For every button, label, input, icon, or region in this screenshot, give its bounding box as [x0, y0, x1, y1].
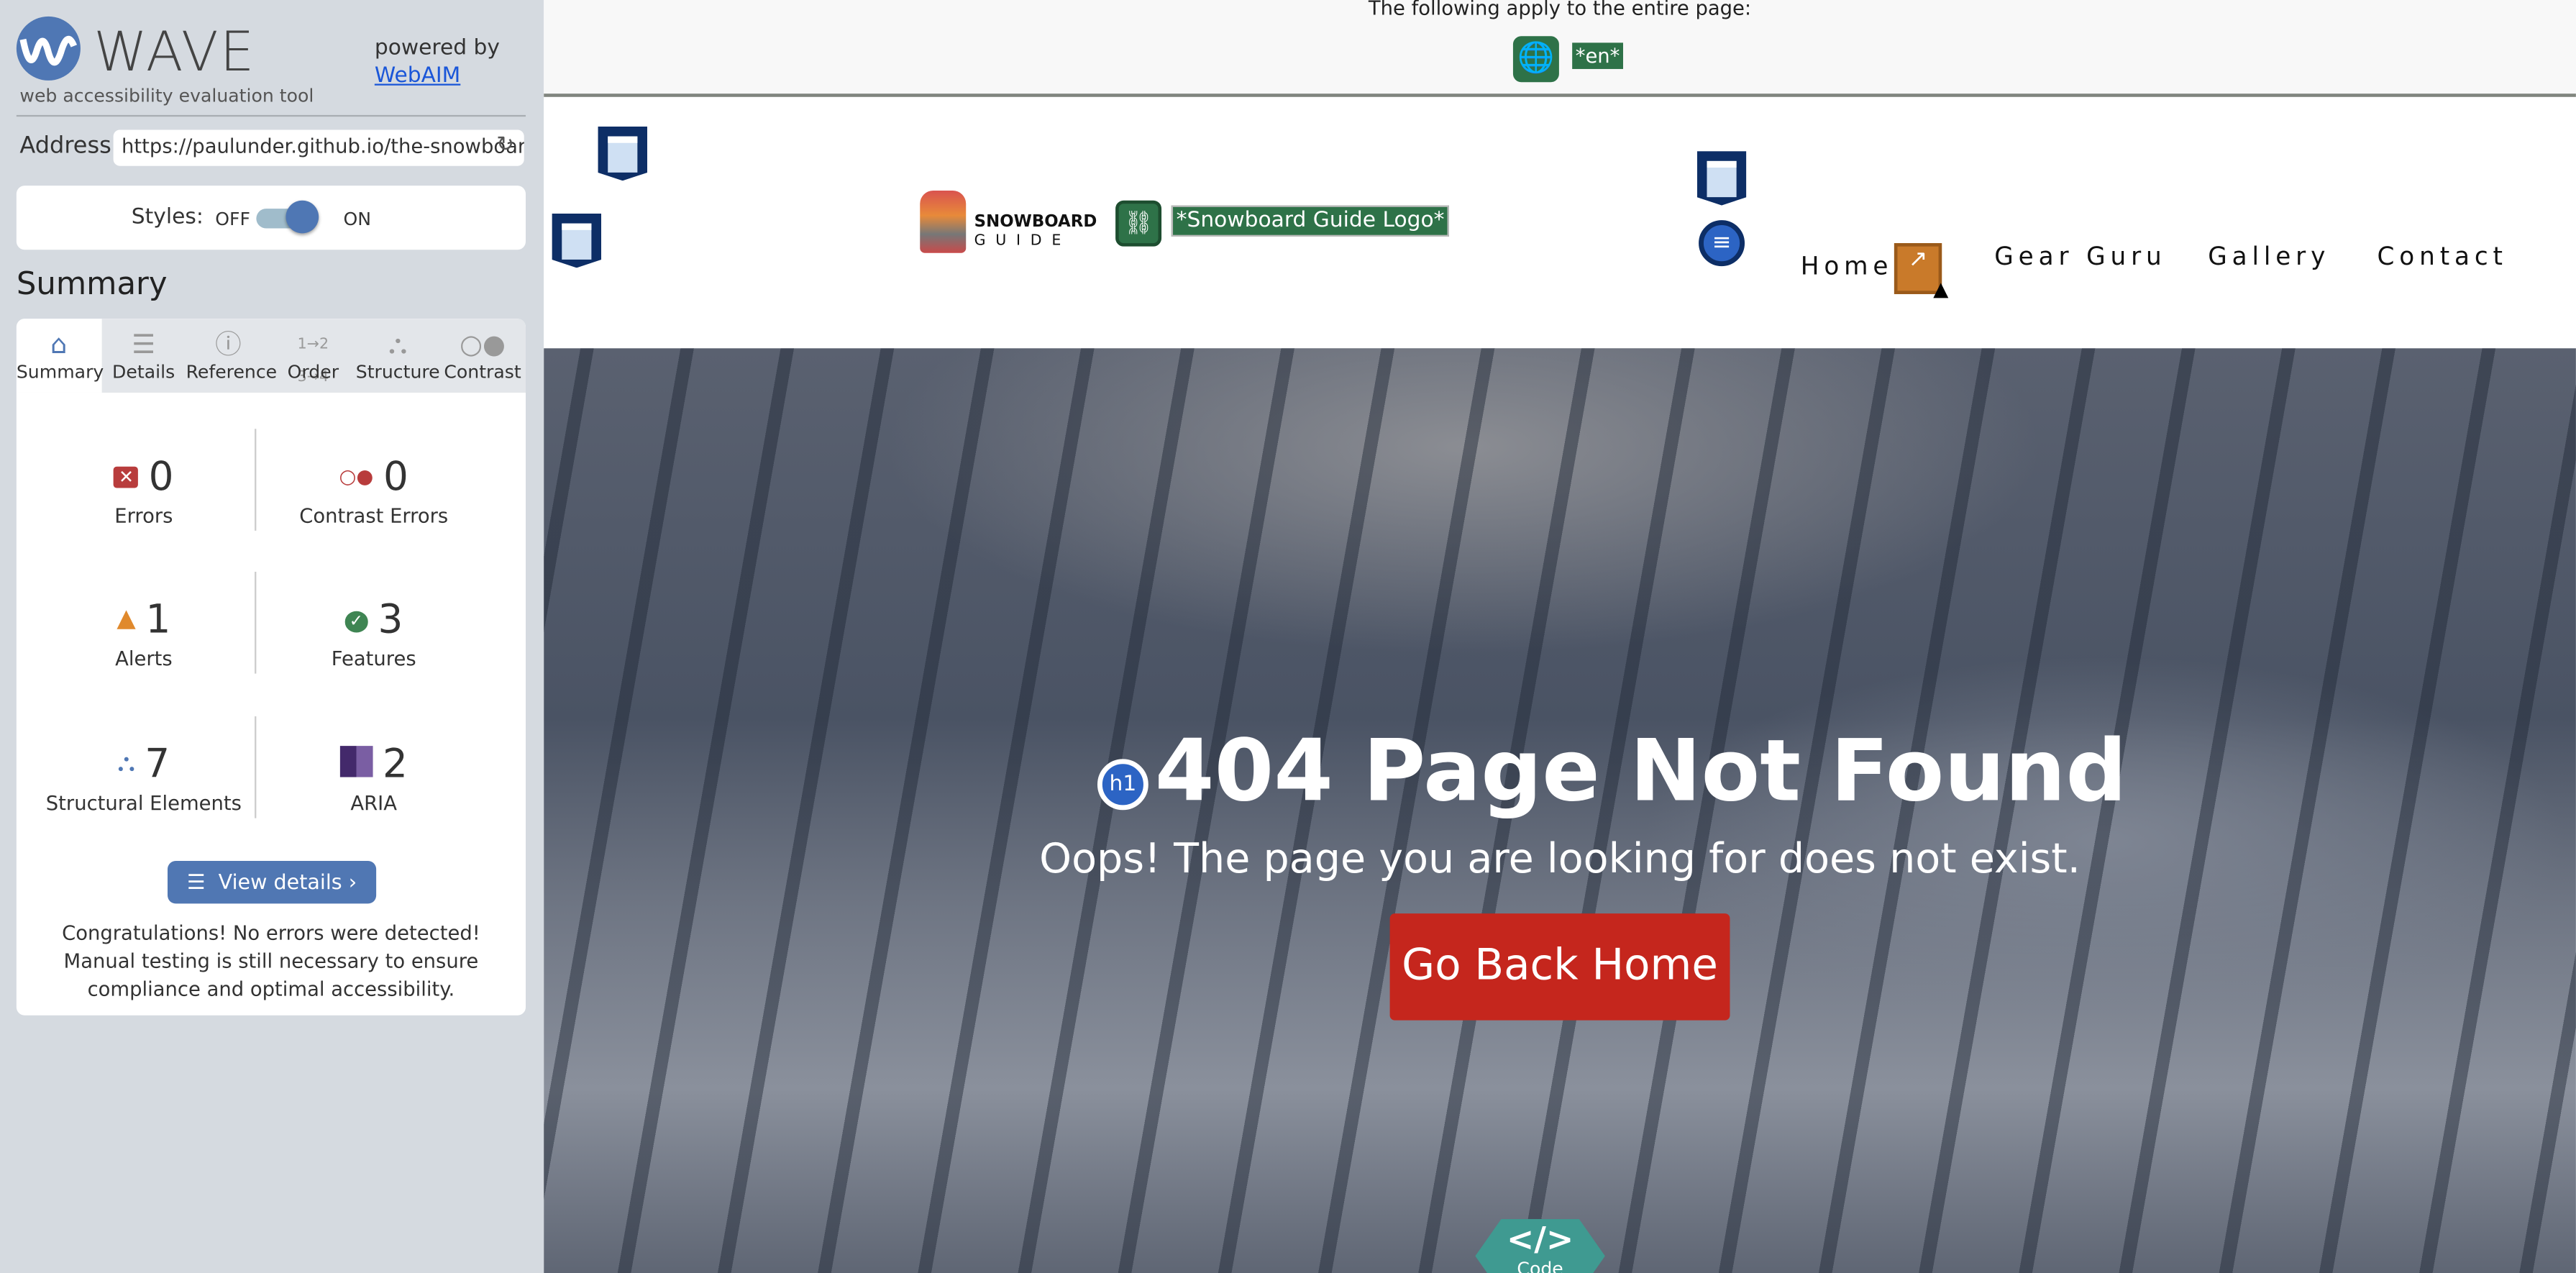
- errors-count: 0: [148, 453, 174, 500]
- stat-contrast-errors[interactable]: ○● 0 Contrast Errors: [255, 453, 493, 527]
- structural-label: Structural Elements: [45, 792, 242, 816]
- wave-tagline: web accessibility evaluation tool: [19, 85, 314, 107]
- powered-by: powered by: [374, 36, 500, 61]
- divider: [16, 114, 526, 117]
- tab-label: Structure: [355, 361, 440, 383]
- tab-label: Order: [287, 361, 339, 383]
- congrats-message: Congratulations! No errors were detected…: [62, 921, 480, 1001]
- logo-text-line2: GUIDE: [974, 233, 1072, 250]
- tab-details[interactable]: ☰ Details: [101, 319, 186, 393]
- stat-errors[interactable]: ✕ 0 Errors: [24, 453, 262, 527]
- features-label: Features: [331, 647, 416, 671]
- tab-summary[interactable]: ⌂ Summary: [16, 319, 104, 393]
- address-label: Address:: [19, 133, 119, 160]
- language-tag: *en*: [1572, 42, 1623, 69]
- feature-check-icon: ✓: [344, 611, 368, 633]
- features-count: 3: [378, 596, 403, 643]
- contrast-errors-label: Contrast Errors: [299, 504, 449, 528]
- stat-features[interactable]: ✓ 3 Features: [255, 596, 493, 670]
- tab-label: Details: [112, 361, 175, 383]
- contrast-error-icon: ○●: [339, 465, 374, 488]
- h1-icon[interactable]: h1: [1097, 759, 1148, 811]
- page-title: 404 Page Not Found: [1154, 723, 2127, 822]
- info-icon: ⓘ: [215, 328, 242, 360]
- errors-label: Errors: [114, 504, 173, 528]
- aria-label: ARIA: [350, 792, 398, 816]
- styles-off-label: OFF: [215, 209, 250, 230]
- header-region-icon[interactable]: [552, 213, 602, 268]
- address-value: https://paulunder.github.io/the-snowboar: [122, 134, 524, 158]
- stat-alerts[interactable]: ▲ 1 Alerts: [24, 596, 262, 670]
- view-details-button[interactable]: ☰ View details ›: [168, 861, 377, 904]
- tab-order[interactable]: 1→2 3→4 Order: [270, 319, 355, 393]
- wave-tabs: ⌂ Summary ☰ Details ⓘ Reference 1→2 3→4 Order…: [16, 319, 526, 393]
- nav-gear-guru[interactable]: Gear Guru: [1994, 242, 2166, 271]
- wave-logo-icon: [16, 16, 81, 81]
- tab-label: Reference: [186, 361, 278, 383]
- tab-reference[interactable]: ⓘ Reference: [186, 319, 278, 393]
- aria-count: 2: [382, 741, 408, 788]
- linked-image-icon[interactable]: ⛓: [1115, 200, 1162, 247]
- page-subtitle: Oops! The page you are looking for does …: [1039, 834, 2081, 882]
- nav-home[interactable]: Home: [1801, 252, 1894, 281]
- tab-label: Summary: [16, 361, 104, 383]
- unordered-list-icon[interactable]: ≡: [1699, 220, 1745, 267]
- alerts-label: Alerts: [115, 647, 173, 671]
- snowboarder-image: [920, 190, 967, 253]
- styles-toggle-box: Styles: OFF ON: [16, 186, 526, 250]
- stat-aria[interactable]: 2 ARIA: [255, 741, 493, 815]
- styles-label: Styles:: [131, 205, 204, 230]
- logo-alt-text: *Snowboard Guide Logo*: [1171, 205, 1450, 237]
- list-icon: ☰: [132, 328, 156, 360]
- language-globe-icon[interactable]: 🌐: [1512, 36, 1559, 83]
- summary-panel: ⌂ Summary ☰ Details ⓘ Reference 1→2 3→4 Order…: [16, 319, 526, 1016]
- go-back-home-button[interactable]: Go Back Home: [1389, 913, 1730, 1021]
- site-logo[interactable]: SNOWBOARD GUIDE: [920, 190, 1097, 256]
- list-icon: ☰: [186, 869, 219, 894]
- banner-text: The following apply to the entire page:: [1368, 0, 1752, 20]
- structural-count: 7: [145, 741, 170, 788]
- nav-gallery[interactable]: Gallery: [2208, 242, 2330, 271]
- view-details-label: View details ›: [218, 869, 357, 894]
- reload-icon[interactable]: ↻: [496, 133, 514, 158]
- structure-icon: ⛬: [388, 328, 407, 360]
- tab-label: Contrast: [444, 361, 521, 383]
- wave-logo-text: WAVE: [93, 19, 256, 84]
- webaim-link[interactable]: WebAIM: [375, 64, 460, 88]
- hero-section: h1 404 Page Not Found Oops! The page you…: [544, 348, 2576, 1273]
- nav-region-icon[interactable]: [1696, 151, 1747, 206]
- stat-structural[interactable]: ⛬ 7 Structural Elements: [24, 741, 262, 815]
- structure-icon: ⛬: [117, 747, 135, 777]
- evaluated-page: The following apply to the entire page: …: [544, 0, 2576, 1273]
- alerts-count: 1: [145, 596, 171, 643]
- tab-contrast[interactable]: ○● Contrast: [440, 319, 525, 393]
- wave-sidebar: WAVE web accessibility evaluation tool p…: [0, 0, 544, 1273]
- styles-toggle-knob[interactable]: [286, 200, 319, 234]
- contrast-errors-count: 0: [383, 453, 408, 500]
- nav-contact[interactable]: Contact: [2378, 242, 2508, 271]
- tab-structure[interactable]: ⛬ Structure: [355, 319, 440, 393]
- alert-icon: ▲: [117, 603, 136, 633]
- code-label: Code: [1517, 1258, 1563, 1273]
- contrast-icon: ○●: [460, 328, 506, 360]
- logo-text-line1: SNOWBOARD: [974, 213, 1097, 232]
- redundant-link-alert-icon[interactable]: ↗: [1894, 243, 1948, 301]
- order-icon: 1→2 3→4: [297, 337, 329, 386]
- page-level-banner: The following apply to the entire page: …: [544, 0, 2576, 97]
- region-icon[interactable]: [598, 126, 648, 181]
- aria-icon: [339, 746, 373, 777]
- address-input[interactable]: https://paulunder.github.io/the-snowboar…: [113, 129, 524, 166]
- error-icon: ✕: [114, 466, 139, 488]
- summary-heading: Summary: [16, 266, 168, 303]
- styles-on-label: ON: [343, 209, 372, 230]
- home-icon: ⌂: [50, 328, 68, 360]
- site-header: SNOWBOARD GUIDE ⛓ *Snowboard Guide Logo*…: [544, 100, 2576, 349]
